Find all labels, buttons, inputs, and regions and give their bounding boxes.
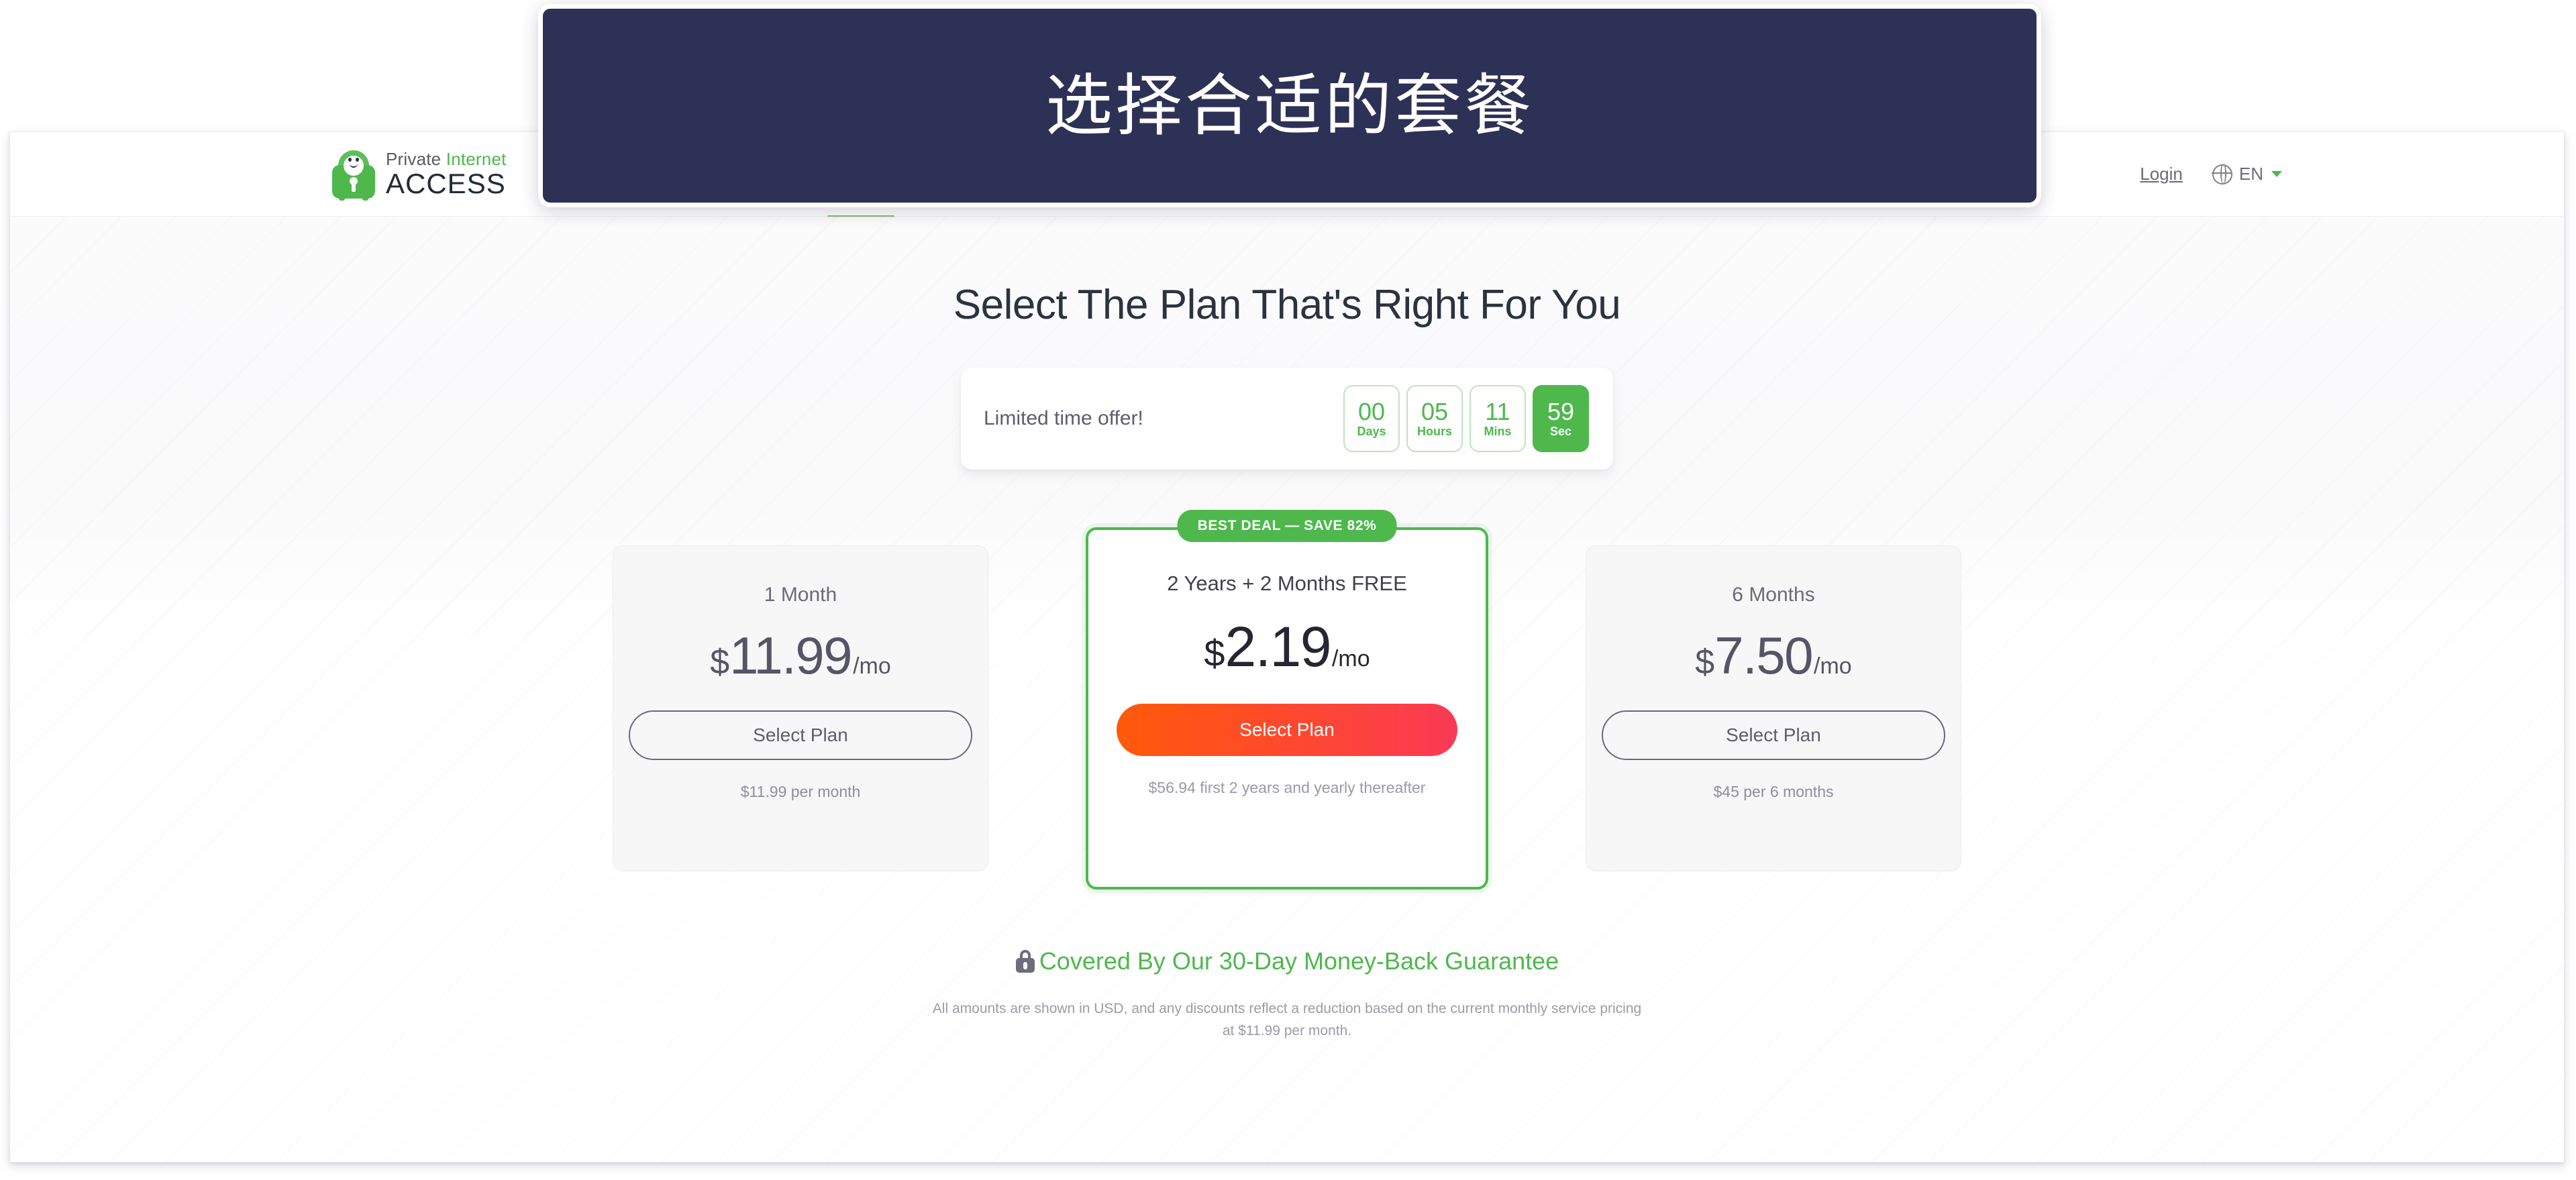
plan-name: 2 Years + 2 Months FREE bbox=[1167, 572, 1407, 595]
pia-padlock-robot-icon bbox=[332, 150, 375, 201]
plan-period: /mo bbox=[1814, 653, 1852, 679]
countdown-hours-unit: Hours bbox=[1416, 425, 1452, 438]
countdown-box-sec: 59 Sec bbox=[1533, 385, 1589, 452]
browser-page-frame: Private Internet ACCESS Login EN Select … bbox=[9, 131, 2565, 1163]
guarantee-text: Covered By Our 30-Day Money-Back Guarant… bbox=[1039, 947, 1559, 975]
plan-card-6-months[interactable]: 6 Months $ 7.50 /mo Select Plan $45 per … bbox=[1586, 545, 1961, 871]
select-plan-button-6-months[interactable]: Select Plan bbox=[1602, 710, 1945, 760]
plan-amount: 2.19 bbox=[1225, 615, 1331, 678]
money-back-guarantee: Covered By Our 30-Day Money-Back Guarant… bbox=[10, 947, 2564, 975]
login-link[interactable]: Login bbox=[2140, 164, 2183, 184]
countdown-timer: 00 Days 05 Hours 11 Mins 59 Sec bbox=[1343, 385, 1589, 452]
select-plan-button-2-years[interactable]: Select Plan bbox=[1117, 704, 1457, 756]
main-content: Select The Plan That's Right For You Lim… bbox=[10, 217, 2564, 1162]
brand-wordmark: Private Internet ACCESS bbox=[386, 150, 507, 198]
countdown-mins-value: 11 bbox=[1485, 398, 1510, 425]
fineprint-disclaimer: All amounts are shown in USD, and any di… bbox=[932, 1001, 1642, 1038]
plan-currency: $ bbox=[1204, 632, 1225, 674]
countdown-box-days: 00 Days bbox=[1343, 385, 1400, 452]
select-plan-button-1-month[interactable]: Select Plan bbox=[629, 710, 972, 760]
plan-name: 6 Months bbox=[1732, 584, 1815, 606]
plan-price: $ 11.99 /mo bbox=[710, 625, 891, 686]
countdown-sec-unit: Sec bbox=[1549, 425, 1572, 438]
plan-currency: $ bbox=[710, 643, 730, 682]
brand-logo[interactable]: Private Internet ACCESS bbox=[332, 150, 507, 201]
countdown-days-unit: Days bbox=[1357, 425, 1386, 438]
countdown-mins-unit: Mins bbox=[1484, 425, 1512, 438]
plan-price: $ 7.50 /mo bbox=[1695, 625, 1851, 686]
language-code: EN bbox=[2238, 164, 2263, 184]
chevron-down-icon bbox=[2271, 171, 2282, 177]
plan-period: /mo bbox=[853, 653, 891, 679]
brand-line-1: Private Internet bbox=[386, 150, 507, 168]
page-title: Select The Plan That's Right For You bbox=[953, 282, 1621, 328]
overlay-title-banner: 选择合适的套餐 bbox=[538, 4, 2041, 207]
best-deal-badge: BEST DEAL — SAVE 82% bbox=[1177, 510, 1397, 542]
globe-icon bbox=[2212, 164, 2232, 184]
countdown-label: Limited time offer! bbox=[984, 407, 1143, 429]
plan-period: /mo bbox=[1331, 646, 1370, 672]
plan-note: $45 per 6 months bbox=[1713, 783, 1834, 800]
plan-card-1-month[interactable]: 1 Month $ 11.99 /mo Select Plan $11.99 p… bbox=[613, 545, 988, 871]
countdown-hours-value: 05 bbox=[1421, 398, 1449, 425]
plan-amount: 7.50 bbox=[1714, 626, 1813, 685]
language-switcher[interactable]: EN bbox=[2212, 164, 2282, 184]
plan-card-2-years[interactable]: BEST DEAL — SAVE 82% 2 Years + 2 Months … bbox=[1086, 510, 1488, 890]
brand-word-access: ACCESS bbox=[386, 168, 506, 199]
countdown-box-hours: 05 Hours bbox=[1406, 385, 1463, 452]
brand-word-internet: Internet bbox=[446, 149, 507, 169]
plan-name: 1 Month bbox=[764, 584, 837, 606]
plan-note: $56.94 first 2 years and yearly thereaft… bbox=[1148, 779, 1426, 796]
plan-note: $11.99 per month bbox=[740, 783, 861, 800]
lock-icon bbox=[1015, 950, 1035, 973]
plan-price: $ 2.19 /mo bbox=[1204, 614, 1370, 680]
plan-currency: $ bbox=[1695, 643, 1715, 682]
plan-amount: 11.99 bbox=[729, 626, 852, 685]
overlay-title-text: 选择合适的套餐 bbox=[1045, 68, 1534, 144]
countdown-days-value: 00 bbox=[1357, 398, 1386, 425]
countdown-sec-value: 59 bbox=[1547, 398, 1575, 425]
brand-word-private: Private bbox=[386, 149, 442, 169]
limited-time-offer-card: Limited time offer! 00 Days 05 Hours 11 … bbox=[961, 368, 1613, 470]
pricing-plans-row: 1 Month $ 11.99 /mo Select Plan $11.99 p… bbox=[613, 510, 1961, 890]
header-right-controls: Login EN bbox=[2140, 164, 2282, 184]
countdown-box-mins: 11 Mins bbox=[1470, 385, 1526, 452]
